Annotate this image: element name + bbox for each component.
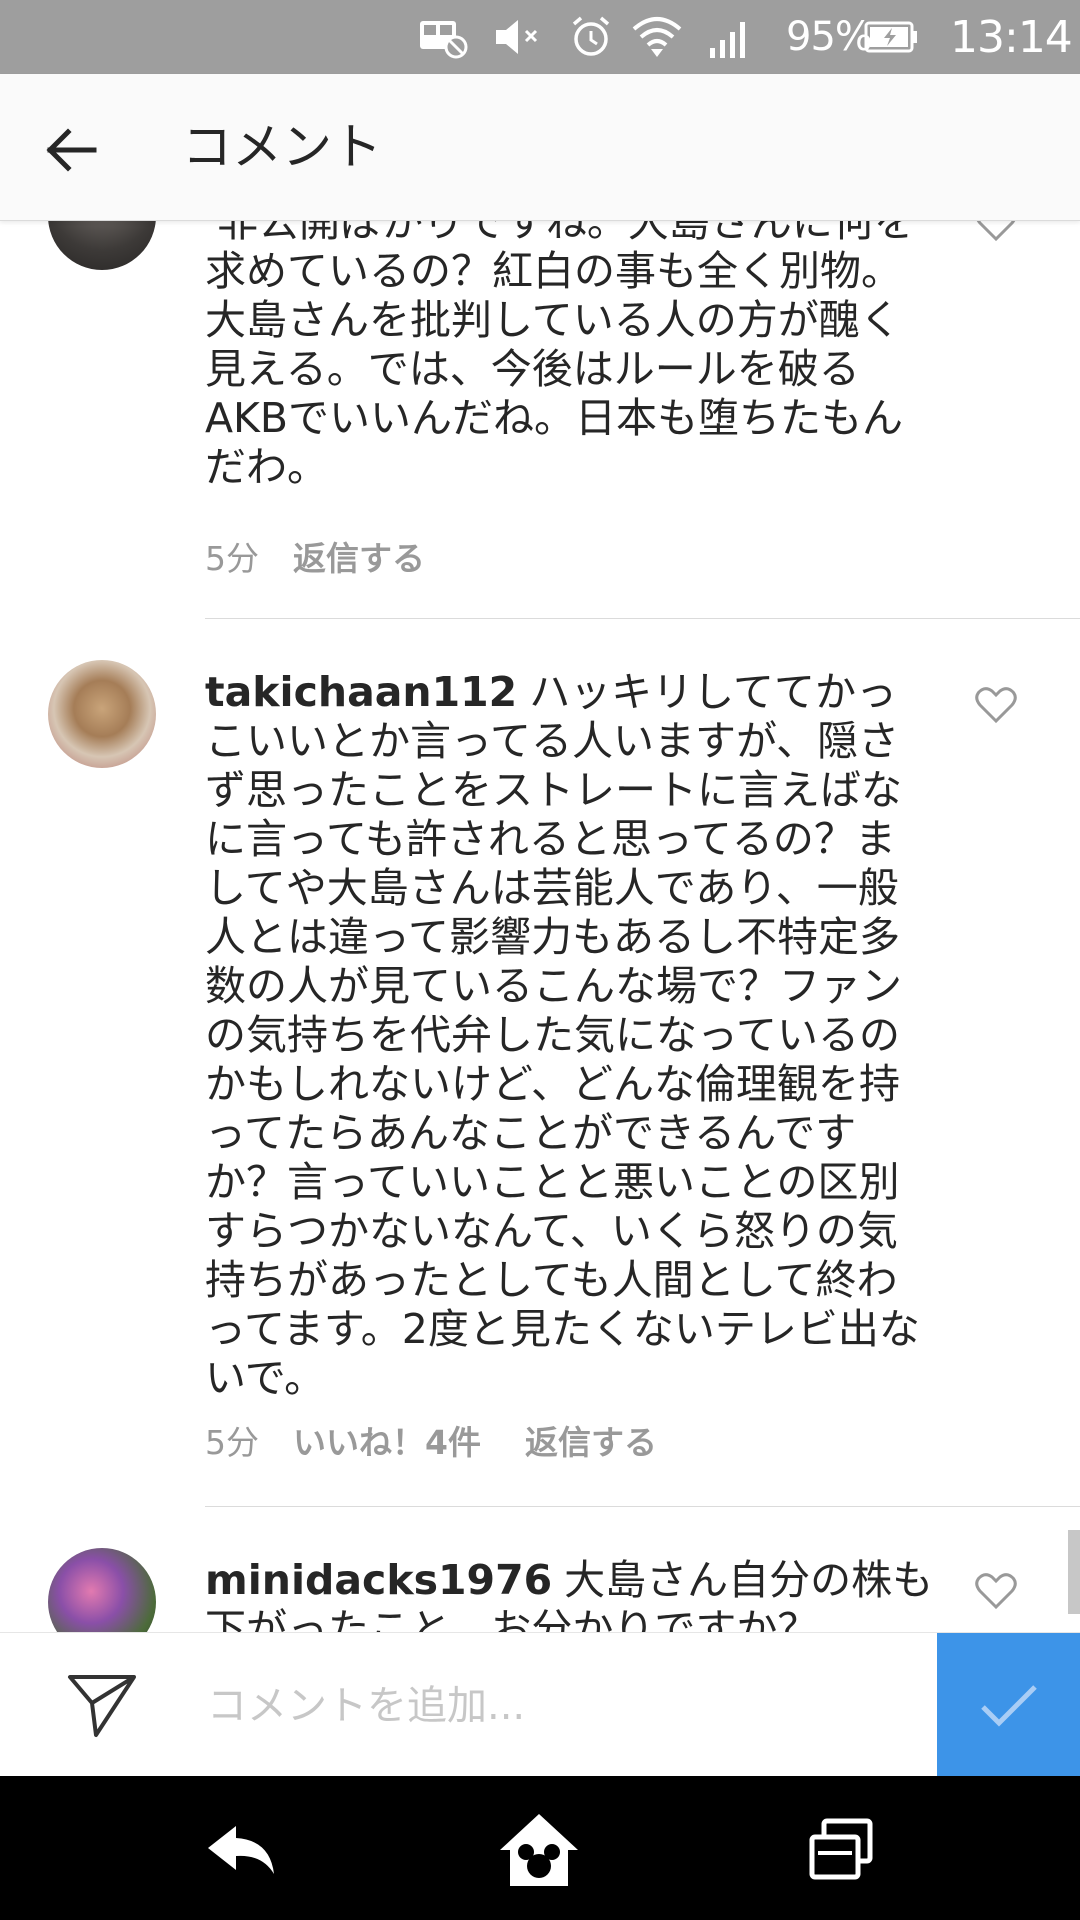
signal-icon	[708, 0, 752, 74]
app-header: コメント	[0, 74, 1080, 221]
avatar[interactable]	[48, 660, 156, 768]
home-icon[interactable]	[494, 1808, 584, 1892]
heart-icon[interactable]	[974, 220, 1018, 242]
comment-input-bar	[0, 1632, 1080, 1777]
heart-icon[interactable]	[974, 684, 1018, 724]
post-button[interactable]	[937, 1633, 1080, 1777]
back-nav-icon[interactable]	[196, 1808, 286, 1892]
navigation-bar	[0, 1776, 1080, 1920]
back-button[interactable]	[40, 118, 104, 182]
page-title: コメント	[182, 118, 382, 176]
comment-input[interactable]	[205, 1665, 929, 1747]
image-blocked-icon	[418, 0, 470, 74]
comment-username[interactable]: minidacks1976	[205, 1556, 552, 1604]
reply-button[interactable]: 返信する	[525, 1423, 657, 1462]
comment-text: 非公開ばかりですね。大島さんに何を求めているの？紅白の事も全く別物。大島さんを批…	[205, 220, 935, 492]
battery-percent: 95%	[786, 14, 873, 60]
mute-icon	[492, 0, 548, 74]
divider	[205, 1506, 1080, 1507]
reply-button[interactable]: 返信する	[293, 539, 425, 578]
heart-icon[interactable]	[974, 1570, 1018, 1610]
wifi-icon	[630, 0, 684, 74]
checkmark-icon	[980, 1685, 1037, 1727]
comment-message: 非公開ばかりですね。大島さんに何を求めているの？紅白の事も全く別物。大島さんを批…	[205, 220, 915, 491]
battery-charging-icon	[864, 0, 920, 74]
recent-apps-icon[interactable]	[796, 1808, 886, 1892]
avatar[interactable]	[48, 1548, 156, 1632]
back-arrow-icon	[46, 128, 97, 172]
comment-meta: 5分 いいね！4件 返信する	[205, 1416, 701, 1464]
status-bar: 95% 13:14	[0, 0, 1080, 74]
comment-list[interactable]: 非公開ばかりですね。大島さんに何を求めているの？紅白の事も全く別物。大島さんを批…	[0, 220, 1080, 1632]
comment-text: takichaan112 ハッキリしててかっこいいとか言ってる人いますが、隠さず思…	[205, 668, 935, 1403]
alarm-icon	[568, 0, 614, 74]
direct-send-icon[interactable]	[66, 1671, 138, 1739]
avatar[interactable]	[48, 220, 156, 270]
divider	[205, 618, 1080, 619]
comment-message: ハッキリしててかっこいいとか言ってる人いますが、隠さず思ったことをストレートに言…	[205, 668, 920, 1402]
comment-time: 5分	[205, 539, 259, 578]
comment-username[interactable]: takichaan112	[205, 668, 517, 716]
comment-text: minidacks1976 大島さん自分の株も下がったこと、お分かりですか？	[205, 1556, 935, 1632]
comment-time: 5分	[205, 1423, 259, 1462]
likes-count[interactable]: いいね！4件	[293, 1423, 481, 1462]
scrollbar[interactable]	[1068, 1530, 1080, 1614]
clock: 13:14	[950, 11, 1073, 63]
comment-meta: 5分 返信する	[205, 532, 469, 580]
